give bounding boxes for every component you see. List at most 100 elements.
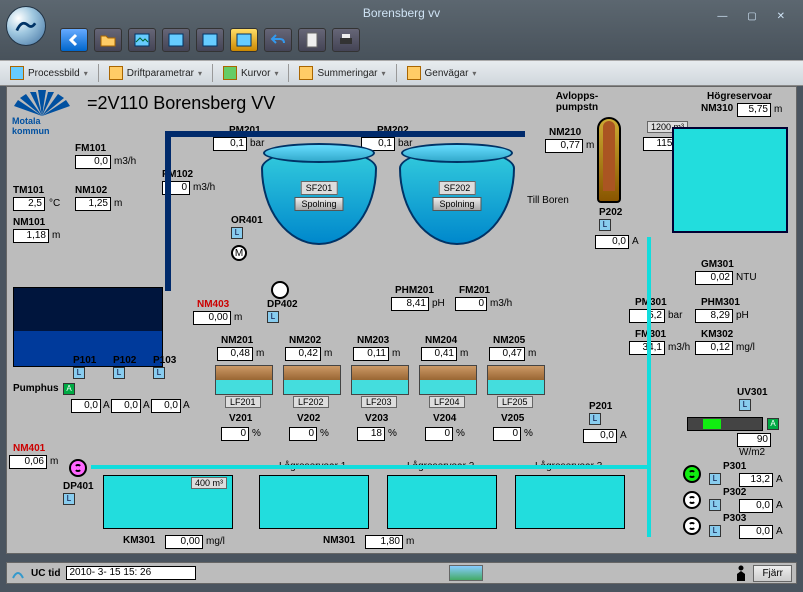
V205-value[interactable]: 0 <box>493 427 521 441</box>
P302-ind-L[interactable]: L <box>709 499 721 511</box>
uc-tid-value[interactable]: 2010- 3- 15 15: 26 <box>66 566 196 580</box>
P103-amp[interactable]: 0,0 <box>151 399 181 413</box>
TM101-unit: °C <box>49 198 60 209</box>
undo-button[interactable] <box>264 28 292 52</box>
LF202-filter <box>283 365 341 395</box>
LF205-filter <box>487 365 545 395</box>
P103-ind-L[interactable]: L <box>153 367 165 379</box>
NM205-label: NM205 <box>493 335 525 346</box>
SF201-spolning-button[interactable]: Spolning <box>294 197 343 211</box>
NM403-value[interactable]: 0,00 <box>193 311 231 325</box>
FM201-value[interactable]: 0 <box>455 297 487 311</box>
tool-btn-1[interactable] <box>128 28 156 52</box>
PM201-value[interactable]: 0,1 <box>213 137 247 151</box>
process-view: Motala kommun =2V110 Borensberg VV FM101… <box>6 86 797 554</box>
DP401-ind-L[interactable]: L <box>63 493 75 505</box>
P302-pump-icon <box>683 491 701 509</box>
back-button[interactable] <box>60 28 88 52</box>
window-buttons: — ▢ ✕ <box>717 6 793 22</box>
NM205-value[interactable]: 0,47 <box>489 347 525 361</box>
FM101-unit: m3/h <box>114 156 136 167</box>
menu-kurvor[interactable]: Kurvor▾ <box>219 64 282 82</box>
V201-value[interactable]: 0 <box>221 427 249 441</box>
P303-ind-L[interactable]: L <box>709 525 721 537</box>
P303-value[interactable]: 0,0 <box>739 525 773 539</box>
P102-ind-L[interactable]: L <box>113 367 125 379</box>
P103-label: P103 <box>153 355 176 366</box>
NM102-value[interactable]: 1,25 <box>75 197 111 211</box>
menu-processbild[interactable]: Processbild▾ <box>6 64 92 82</box>
PHM301-label: PHM301 <box>701 297 740 308</box>
UV301-ind-L[interactable]: L <box>739 399 751 411</box>
GM301-value[interactable]: 0,02 <box>695 271 733 285</box>
TM101-value[interactable]: 2,5 <box>13 197 45 211</box>
P201-value[interactable]: 0,0 <box>583 429 617 443</box>
menu-summeringar[interactable]: Summeringar▾ <box>295 64 389 82</box>
UV301-label: UV301 <box>737 387 768 398</box>
NM201-value[interactable]: 0,48 <box>217 347 253 361</box>
uv-bar-ind[interactable]: A <box>767 418 779 430</box>
sum-icon <box>299 66 313 80</box>
menu-genvagar[interactable]: Genvägar▾ <box>403 64 481 82</box>
NM202-value[interactable]: 0,42 <box>285 347 321 361</box>
KM301-value[interactable]: 0,00 <box>165 535 203 549</box>
LF204-label: LF204 <box>429 396 465 408</box>
P301-value[interactable]: 13,2 <box>739 473 773 487</box>
minimize-button[interactable]: — <box>717 11 735 22</box>
app-menu-orb[interactable] <box>6 6 46 46</box>
KM301-label: KM301 <box>123 535 155 546</box>
FM101-value[interactable]: 0,0 <box>75 155 111 169</box>
NM204-label: NM204 <box>425 335 457 346</box>
maximize-button[interactable]: ▢ <box>747 11 764 22</box>
GM301-label: GM301 <box>701 259 734 270</box>
P202-ind-L[interactable]: L <box>599 219 611 231</box>
P101-ind-L[interactable]: L <box>73 367 85 379</box>
NM203-value[interactable]: 0,11 <box>353 347 389 361</box>
report-button[interactable] <box>298 28 326 52</box>
P102-amp[interactable]: 0,0 <box>111 399 141 413</box>
tool-btn-4[interactable] <box>230 28 258 52</box>
tool-btn-3[interactable] <box>196 28 224 52</box>
tool-btn-2[interactable] <box>162 28 190 52</box>
PHM201-value[interactable]: 8,41 <box>391 297 429 311</box>
picture-icon <box>202 32 218 48</box>
NM403-label: NM403 <box>197 299 229 310</box>
NM204-value[interactable]: 0,41 <box>421 347 457 361</box>
P302-value[interactable]: 0,0 <box>739 499 773 513</box>
close-button[interactable]: ✕ <box>777 11 793 22</box>
NM210-value[interactable]: 0,77 <box>545 139 583 153</box>
pipe <box>91 465 651 469</box>
status-thumbnail[interactable] <box>449 565 483 581</box>
NM301-value[interactable]: 1,80 <box>365 535 403 549</box>
NM310-value[interactable]: 5,75 <box>737 103 771 117</box>
PHM301-value[interactable]: 8,29 <box>695 309 733 323</box>
KM302-value[interactable]: 0,12 <box>695 341 733 355</box>
folder-icon <box>100 32 116 48</box>
OR401-ind-L[interactable]: L <box>231 227 243 239</box>
folder-button[interactable] <box>94 28 122 52</box>
FM102-unit: m3/h <box>193 182 215 193</box>
DP402-ind-L[interactable]: L <box>267 311 279 323</box>
SF202-spolning-button[interactable]: Spolning <box>432 197 481 211</box>
NM301-label: NM301 <box>323 535 355 546</box>
P201-ind-L[interactable]: L <box>589 413 601 425</box>
FM201-label: FM201 <box>459 285 490 296</box>
page-icon <box>10 66 24 80</box>
NM401-value[interactable]: 0,06 <box>9 455 47 469</box>
NM101-value[interactable]: 1,18 <box>13 229 49 243</box>
P202-value[interactable]: 0,0 <box>595 235 629 249</box>
V204-value[interactable]: 0 <box>425 427 453 441</box>
V202-value[interactable]: 0 <box>289 427 317 441</box>
V203-value[interactable]: 18 <box>357 427 385 441</box>
pumphus-ind[interactable]: A <box>63 383 75 395</box>
print-button[interactable] <box>332 28 360 52</box>
avlopp-title: Avlopps- pumpstn <box>547 91 607 113</box>
fjarr-button[interactable]: Fjärr <box>753 565 792 582</box>
picture-icon <box>134 32 150 48</box>
P301-ind-L[interactable]: L <box>709 473 721 485</box>
LF205-label: LF205 <box>497 396 533 408</box>
UV301-value[interactable]: 90 <box>737 433 771 447</box>
menu-driftparametrar[interactable]: Driftparametrar▾ <box>105 64 206 82</box>
P101-amp[interactable]: 0,0 <box>71 399 101 413</box>
window-title: Borensberg vv <box>363 6 440 20</box>
